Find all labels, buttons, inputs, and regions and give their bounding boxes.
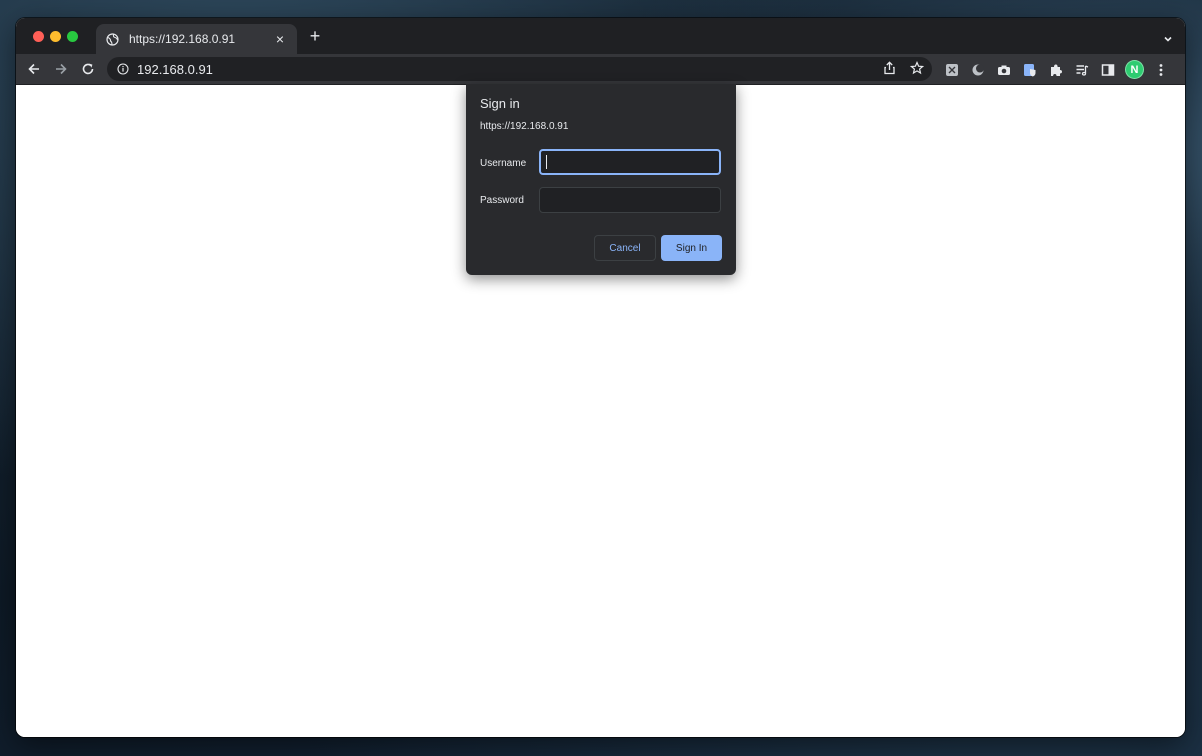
bookmark-star-icon[interactable] [910, 61, 924, 75]
tab-strip: https://192.168.0.91 × + [16, 18, 1185, 54]
extension-shield-icon[interactable] [1022, 62, 1038, 78]
username-field[interactable] [539, 149, 721, 175]
cancel-button[interactable]: Cancel [594, 235, 656, 261]
info-icon[interactable] [117, 63, 129, 75]
dialog-title: Sign in [480, 96, 520, 111]
window-close-button[interactable] [33, 31, 44, 42]
new-tab-button[interactable]: + [306, 27, 324, 45]
password-label: Password [480, 195, 524, 206]
reading-list-icon[interactable] [1074, 62, 1090, 78]
puzzle-icon[interactable] [1048, 62, 1064, 78]
camera-icon[interactable] [996, 62, 1012, 78]
window-maximize-button[interactable] [67, 31, 78, 42]
tab-close-icon[interactable]: × [273, 31, 287, 47]
reload-icon[interactable] [80, 61, 96, 77]
address-bar[interactable]: 192.168.0.91 [107, 57, 932, 81]
extensions-row: N [944, 61, 1169, 78]
text-caret [546, 155, 547, 169]
share-icon[interactable] [883, 61, 896, 75]
profile-avatar[interactable]: N [1126, 61, 1143, 78]
tab-title: https://192.168.0.91 [129, 32, 236, 46]
dialog-origin: https://192.168.0.91 [480, 121, 569, 132]
globe-icon [106, 32, 119, 46]
browser-tab[interactable]: https://192.168.0.91 × [96, 24, 297, 54]
window-minimize-button[interactable] [50, 31, 61, 42]
sign-in-button[interactable]: Sign In [661, 235, 722, 261]
forward-arrow-icon[interactable] [53, 61, 69, 77]
browser-toolbar: 192.168.0.91 N [16, 54, 1185, 85]
side-panel-icon[interactable] [1100, 62, 1116, 78]
extension-moon-icon[interactable] [970, 62, 986, 78]
username-label: Username [480, 158, 527, 169]
password-field[interactable] [539, 187, 721, 213]
browser-window: https://192.168.0.91 × + 192.168.0.91 N … [16, 18, 1185, 737]
sign-in-dialog: Sign in https://192.168.0.91 Username Pa… [466, 84, 736, 275]
chevron-down-icon[interactable] [1163, 31, 1173, 49]
back-arrow-icon[interactable] [26, 61, 42, 77]
url-text: 192.168.0.91 [137, 61, 213, 77]
extension-square-icon[interactable] [944, 62, 960, 78]
omnibox-actions [883, 61, 924, 75]
kebab-menu-icon[interactable] [1153, 62, 1169, 78]
